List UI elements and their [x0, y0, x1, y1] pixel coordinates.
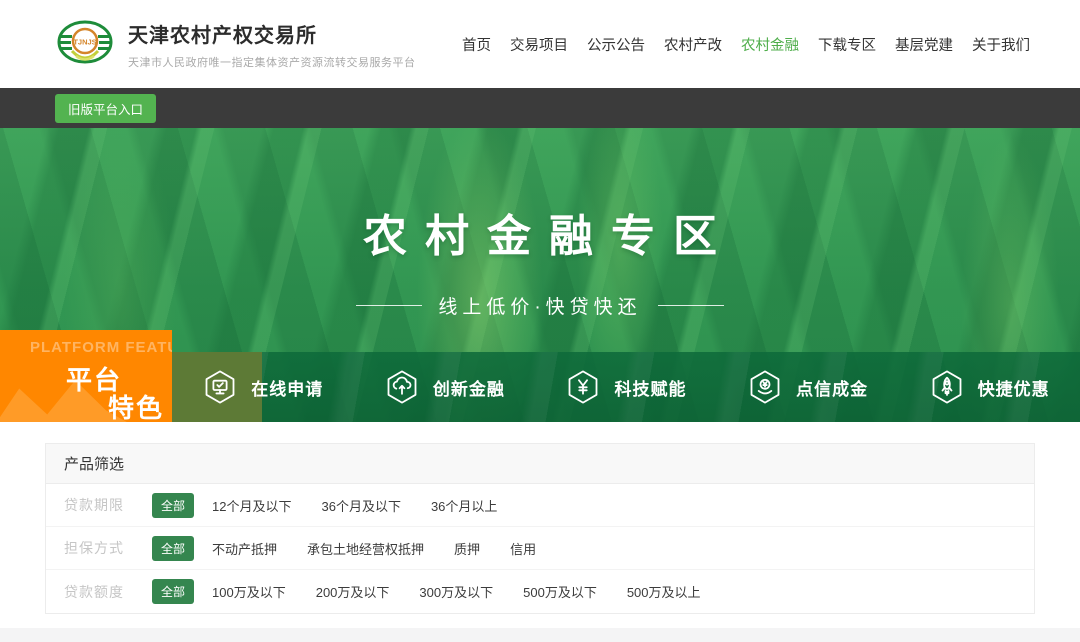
filter-option[interactable]: 质押	[454, 539, 480, 558]
nav-rural-reform[interactable]: 农村产改	[664, 34, 722, 55]
footer-strip	[0, 628, 1080, 642]
feature-quick-discount[interactable]: 快捷优惠	[898, 352, 1080, 422]
filter-row-guarantee-type: 担保方式 全部 不动产抵押 承包土地经营权抵押 质押 信用	[46, 527, 1034, 570]
feature-bar: 在线申请 创新金融 科技赋能 点信成金	[172, 352, 1080, 422]
feature-label: 在线申请	[251, 375, 323, 400]
nav-trade-projects[interactable]: 交易项目	[510, 34, 568, 55]
site-logo: TJNJS	[56, 15, 114, 73]
product-filter-panel: 产品筛选 贷款期限 全部 12个月及以下 36个月及以下 36个月以上 担保方式 全…	[45, 443, 1035, 614]
cloud-upload-icon	[384, 369, 420, 405]
filter-option[interactable]: 36个月及以下	[321, 496, 400, 515]
banner-subtitle: 线上低价·快贷快还	[438, 292, 641, 319]
subtitle-left-rule	[356, 305, 422, 306]
filter-option[interactable]: 500万及以上	[627, 582, 701, 601]
all-filter-button[interactable]: 全部	[152, 579, 194, 604]
feature-credit-to-gold[interactable]: 点信成金	[717, 352, 899, 422]
nav-public-notice[interactable]: 公示公告	[587, 34, 645, 55]
filter-options: 不动产抵押 承包土地经营权抵押 质押 信用	[212, 539, 566, 558]
site-header: TJNJS 天津农村产权交易所 天津市人民政府唯一指定集体资产资源流转交易服务平…	[0, 0, 1080, 88]
filter-option[interactable]: 500万及以下	[523, 582, 597, 601]
filter-panel-title: 产品筛选	[46, 444, 1034, 484]
features-eyebrow: PLATFORM FEATURES	[30, 339, 172, 356]
all-filter-button[interactable]: 全部	[152, 536, 194, 561]
platform-features-ribbon: PLATFORM FEATURES 平台 特色	[0, 330, 172, 422]
subtitle-right-rule	[658, 305, 724, 306]
filter-options: 100万及以下 200万及以下 300万及以下 500万及以下 500万及以上	[212, 582, 731, 601]
filter-option[interactable]: 200万及以下	[316, 582, 390, 601]
feature-label: 点信成金	[796, 375, 868, 400]
features-title-line2: 特色	[108, 388, 164, 422]
nav-rural-finance[interactable]: 农村金融	[741, 34, 799, 55]
filter-option[interactable]: 信用	[510, 539, 536, 558]
nav-downloads[interactable]: 下载专区	[818, 34, 876, 55]
feature-innovative-finance[interactable]: 创新金融	[354, 352, 536, 422]
hand-coin-icon	[747, 369, 783, 405]
feature-label: 科技赋能	[614, 375, 686, 400]
filter-label: 贷款额度	[64, 582, 152, 602]
rocket-icon	[929, 369, 965, 405]
old-platform-entry-button[interactable]: 旧版平台入口	[55, 94, 156, 123]
brand[interactable]: TJNJS 天津农村产权交易所 天津市人民政府唯一指定集体资产资源流转交易服务平…	[56, 15, 416, 73]
hero-banner: 农村金融专区 线上低价·快贷快还 PLATFORM FEATURES 平台 特色…	[0, 128, 1080, 422]
filter-option[interactable]: 12个月及以下	[212, 496, 291, 515]
filter-options: 12个月及以下 36个月及以下 36个月以上	[212, 496, 527, 515]
filter-option[interactable]: 36个月以上	[431, 496, 497, 515]
filter-option[interactable]: 承包土地经营权抵押	[307, 539, 424, 558]
filter-row-loan-amount: 贷款额度 全部 100万及以下 200万及以下 300万及以下 500万及以下 500万…	[46, 570, 1034, 613]
banner-subtitle-row: 线上低价·快贷快还	[0, 292, 1080, 319]
site-title: 天津农村产权交易所	[128, 19, 416, 48]
secondary-topbar: 旧版平台入口	[0, 88, 1080, 128]
filter-option[interactable]: 300万及以下	[419, 582, 493, 601]
filter-option[interactable]: 100万及以下	[212, 582, 286, 601]
main-nav: 首页 交易项目 公示公告 农村产改 农村金融 下载专区 基层党建 关于我们	[462, 34, 1030, 55]
filter-row-loan-term: 贷款期限 全部 12个月及以下 36个月及以下 36个月以上	[46, 484, 1034, 527]
svg-text:TJNJS: TJNJS	[73, 38, 96, 47]
feature-online-apply[interactable]: 在线申请	[172, 352, 354, 422]
monitor-check-icon	[202, 369, 238, 405]
site-subtitle: 天津市人民政府唯一指定集体资产资源流转交易服务平台	[128, 54, 416, 70]
filter-option[interactable]: 不动产抵押	[212, 539, 277, 558]
nav-about-us[interactable]: 关于我们	[972, 34, 1030, 55]
banner-title: 农村金融专区	[0, 200, 1080, 264]
filter-label: 担保方式	[64, 538, 152, 558]
nav-home[interactable]: 首页	[462, 34, 491, 55]
feature-label: 创新金融	[433, 375, 505, 400]
feature-tech-empowerment[interactable]: 科技赋能	[535, 352, 717, 422]
yuan-icon	[565, 369, 601, 405]
nav-party-building[interactable]: 基层党建	[895, 34, 953, 55]
all-filter-button[interactable]: 全部	[152, 493, 194, 518]
feature-label: 快捷优惠	[978, 375, 1050, 400]
filter-label: 贷款期限	[64, 495, 152, 515]
